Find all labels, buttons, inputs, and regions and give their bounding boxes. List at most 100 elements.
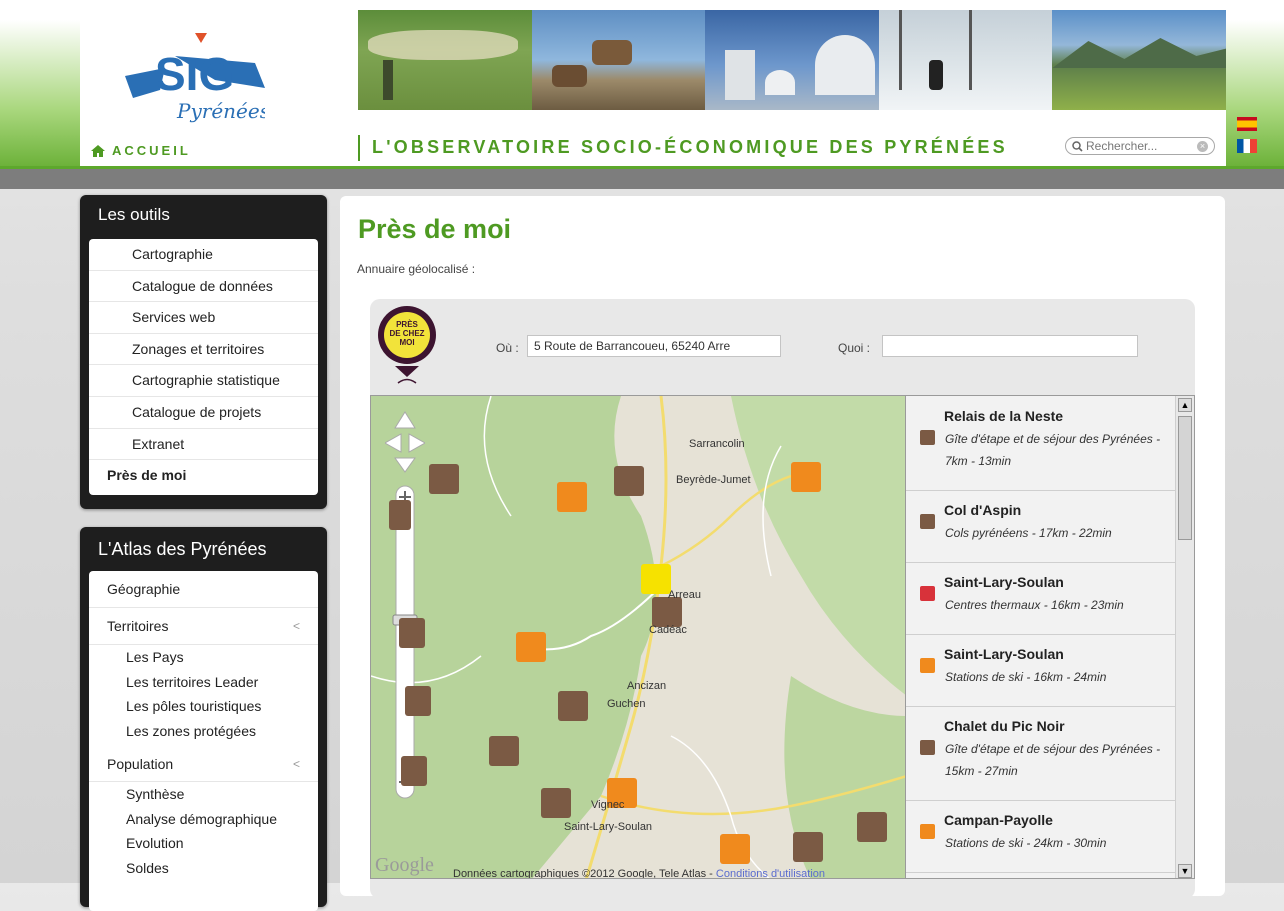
chevron-left-icon: <: [292, 757, 300, 771]
zoom-control[interactable]: [383, 402, 427, 807]
result-item[interactable]: Saint-Lary-Soulan Centres thermaux - 16k…: [906, 562, 1176, 635]
search-input[interactable]: Rechercher...: [1086, 139, 1197, 153]
where-input[interactable]: 5 Route de Barrancoueu, 65240 Arre: [527, 335, 781, 357]
map-marker-gite[interactable]: [793, 832, 823, 862]
pres-de-chez-moi-logo: PRÈS DE CHEZ MOI: [378, 306, 436, 384]
site-logo[interactable]: SIG Pyrénées: [115, 28, 265, 123]
result-item[interactable]: Saint-Lary-Soulan Stations de ski - 16km…: [906, 634, 1176, 707]
scroll-thumb[interactable]: [1178, 416, 1192, 540]
atlas-geographie[interactable]: Géographie: [89, 571, 318, 608]
tools-panel-title: Les outils: [98, 205, 170, 224]
map-marker-gite[interactable]: [652, 597, 682, 627]
home-label: ACCUEIL: [112, 143, 191, 158]
atlas-population-label: Population: [107, 756, 174, 772]
result-name: Campan-Payolle: [944, 812, 1053, 828]
header: SIG Pyrénées ACCUEIL L'OBSERVATOIRE SOCI…: [80, 10, 1226, 168]
result-item[interactable]: Campan-Payolle Stations de ski - 24km - …: [906, 800, 1176, 873]
map-marker-col[interactable]: [857, 812, 887, 842]
result-name: Saint-Lary-Soulan: [944, 646, 1064, 662]
banner-photo-sheep: [358, 10, 532, 110]
logo-script: Pyrénées: [176, 99, 265, 123]
map-marker-col[interactable]: [614, 466, 644, 496]
atlas-item-pays[interactable]: Les Pays: [89, 645, 318, 670]
town-label: Beyrède-Jumet: [676, 474, 751, 486]
menu-item-extranet[interactable]: Extranet: [89, 429, 318, 461]
result-desc: Cols pyrénéens - 17km - 22min: [945, 526, 1112, 540]
atlas-item-evolution[interactable]: Evolution: [89, 831, 318, 856]
what-input[interactable]: [882, 335, 1138, 357]
near-me-widget: PRÈS DE CHEZ MOI Où : 5 Route de Barranc…: [370, 299, 1195, 899]
banner-photo-valley: [1052, 10, 1226, 110]
menu-item-catalogue-donnees[interactable]: Catalogue de données: [89, 271, 318, 303]
result-name: Col d'Aspin: [944, 502, 1022, 518]
flag-french[interactable]: [1237, 139, 1257, 153]
map-marker-gite[interactable]: [405, 686, 431, 716]
menu-item-pres-de-moi[interactable]: Près de moi: [89, 460, 318, 491]
flag-spanish[interactable]: [1237, 117, 1257, 131]
map-marker-gite[interactable]: [541, 788, 571, 818]
map-copyright-text: Données cartographiques ©2012 Google, Te…: [453, 868, 716, 879]
town-label: Cadéac: [649, 624, 687, 636]
logo-line-1: PRÈS: [396, 320, 418, 329]
menu-item-cartographie-statistique[interactable]: Cartographie statistique: [89, 365, 318, 397]
atlas-item-soldes[interactable]: Soldes: [89, 856, 318, 881]
map-marker-peak[interactable]: [516, 632, 546, 662]
map-marker-gite[interactable]: [558, 691, 588, 721]
results-list: Relais de la Neste Gîte d'étape et de sé…: [906, 395, 1195, 879]
result-name: Relais de la Neste: [944, 408, 1064, 424]
town-label: Sarrancolin: [689, 438, 745, 450]
header-band: [0, 169, 1284, 189]
town-label: Saint-Lary-Soulan: [564, 821, 653, 833]
scroll-up-icon[interactable]: ▲: [1178, 398, 1192, 412]
clear-search-icon[interactable]: ×: [1197, 140, 1208, 152]
map-marker-home[interactable]: [641, 564, 671, 594]
town-label: Ancizan: [627, 680, 667, 692]
map-marker-gite[interactable]: [399, 618, 425, 648]
main-content: Près de moi Annuaire géolocalisé : PRÈS …: [340, 196, 1225, 899]
atlas-item-analyse[interactable]: Analyse démographique: [89, 807, 318, 832]
map-marker-gite[interactable]: [401, 756, 427, 786]
scroll-down-icon[interactable]: ▼: [1178, 864, 1192, 878]
chevron-left-icon: <: [292, 619, 300, 633]
logo-line-2: DE CHEZ: [389, 329, 424, 338]
map-marker-ski[interactable]: [720, 834, 750, 864]
result-name: Chalet du Pic Noir: [944, 718, 1065, 734]
google-logo: Google: [375, 854, 434, 876]
gite-icon: [920, 430, 935, 445]
map-marker-ski[interactable]: [557, 482, 587, 512]
gite-icon: [920, 740, 935, 755]
menu-item-catalogue-projets[interactable]: Catalogue de projets: [89, 397, 318, 429]
atlas-item-zones[interactable]: Les zones protégées: [89, 719, 318, 744]
map-marker-ski[interactable]: [791, 462, 821, 492]
home-link[interactable]: ACCUEIL: [90, 143, 191, 158]
ski-icon: [920, 658, 935, 673]
banner-photo-observatory: [705, 10, 879, 110]
result-item[interactable]: Relais de la Neste Gîte d'étape et de sé…: [906, 396, 1176, 491]
menu-item-cartographie[interactable]: Cartographie: [89, 239, 318, 271]
pan-zoom-icon[interactable]: [383, 402, 427, 802]
home-icon: [91, 144, 105, 157]
results-scrollbar[interactable]: ▲ ▼: [1175, 396, 1194, 878]
menu-item-services-web[interactable]: Services web: [89, 302, 318, 334]
menu-item-zonages[interactable]: Zonages et territoires: [89, 334, 318, 366]
map-view[interactable]: Sarrancolin Beyrède-Jumet Arreau Cadéac …: [370, 395, 906, 879]
map-marker-gite[interactable]: [389, 500, 411, 530]
atlas-territoires-label: Territoires: [107, 618, 169, 634]
map-terms-link[interactable]: Conditions d'utilisation: [716, 868, 825, 878]
atlas-item-synthese[interactable]: Synthèse: [89, 782, 318, 807]
result-desc: Centres thermaux - 16km - 23min: [945, 598, 1124, 612]
page-subtitle: Annuaire géolocalisé :: [357, 262, 476, 276]
map-marker-gite[interactable]: [489, 736, 519, 766]
atlas-territoires[interactable]: Territoires <: [89, 608, 318, 645]
result-desc: Gîte d'étape et de séjour des Pyrénées -…: [945, 742, 1161, 778]
result-name: Saint-Lary-Soulan: [944, 574, 1064, 590]
atlas-population[interactable]: Population <: [89, 747, 318, 782]
result-item[interactable]: Chalet du Pic Noir Gîte d'étape et de sé…: [906, 706, 1176, 801]
result-item[interactable]: Col d'Aspin Cols pyrénéens - 17km - 22mi…: [906, 490, 1176, 563]
what-label: Quoi :: [838, 341, 871, 355]
map-marker-gite[interactable]: [429, 464, 459, 494]
ski-icon: [920, 824, 935, 839]
search-box[interactable]: Rechercher... ×: [1065, 137, 1215, 155]
atlas-item-poles[interactable]: Les pôles touristiques: [89, 694, 318, 719]
atlas-item-leader[interactable]: Les territoires Leader: [89, 670, 318, 695]
